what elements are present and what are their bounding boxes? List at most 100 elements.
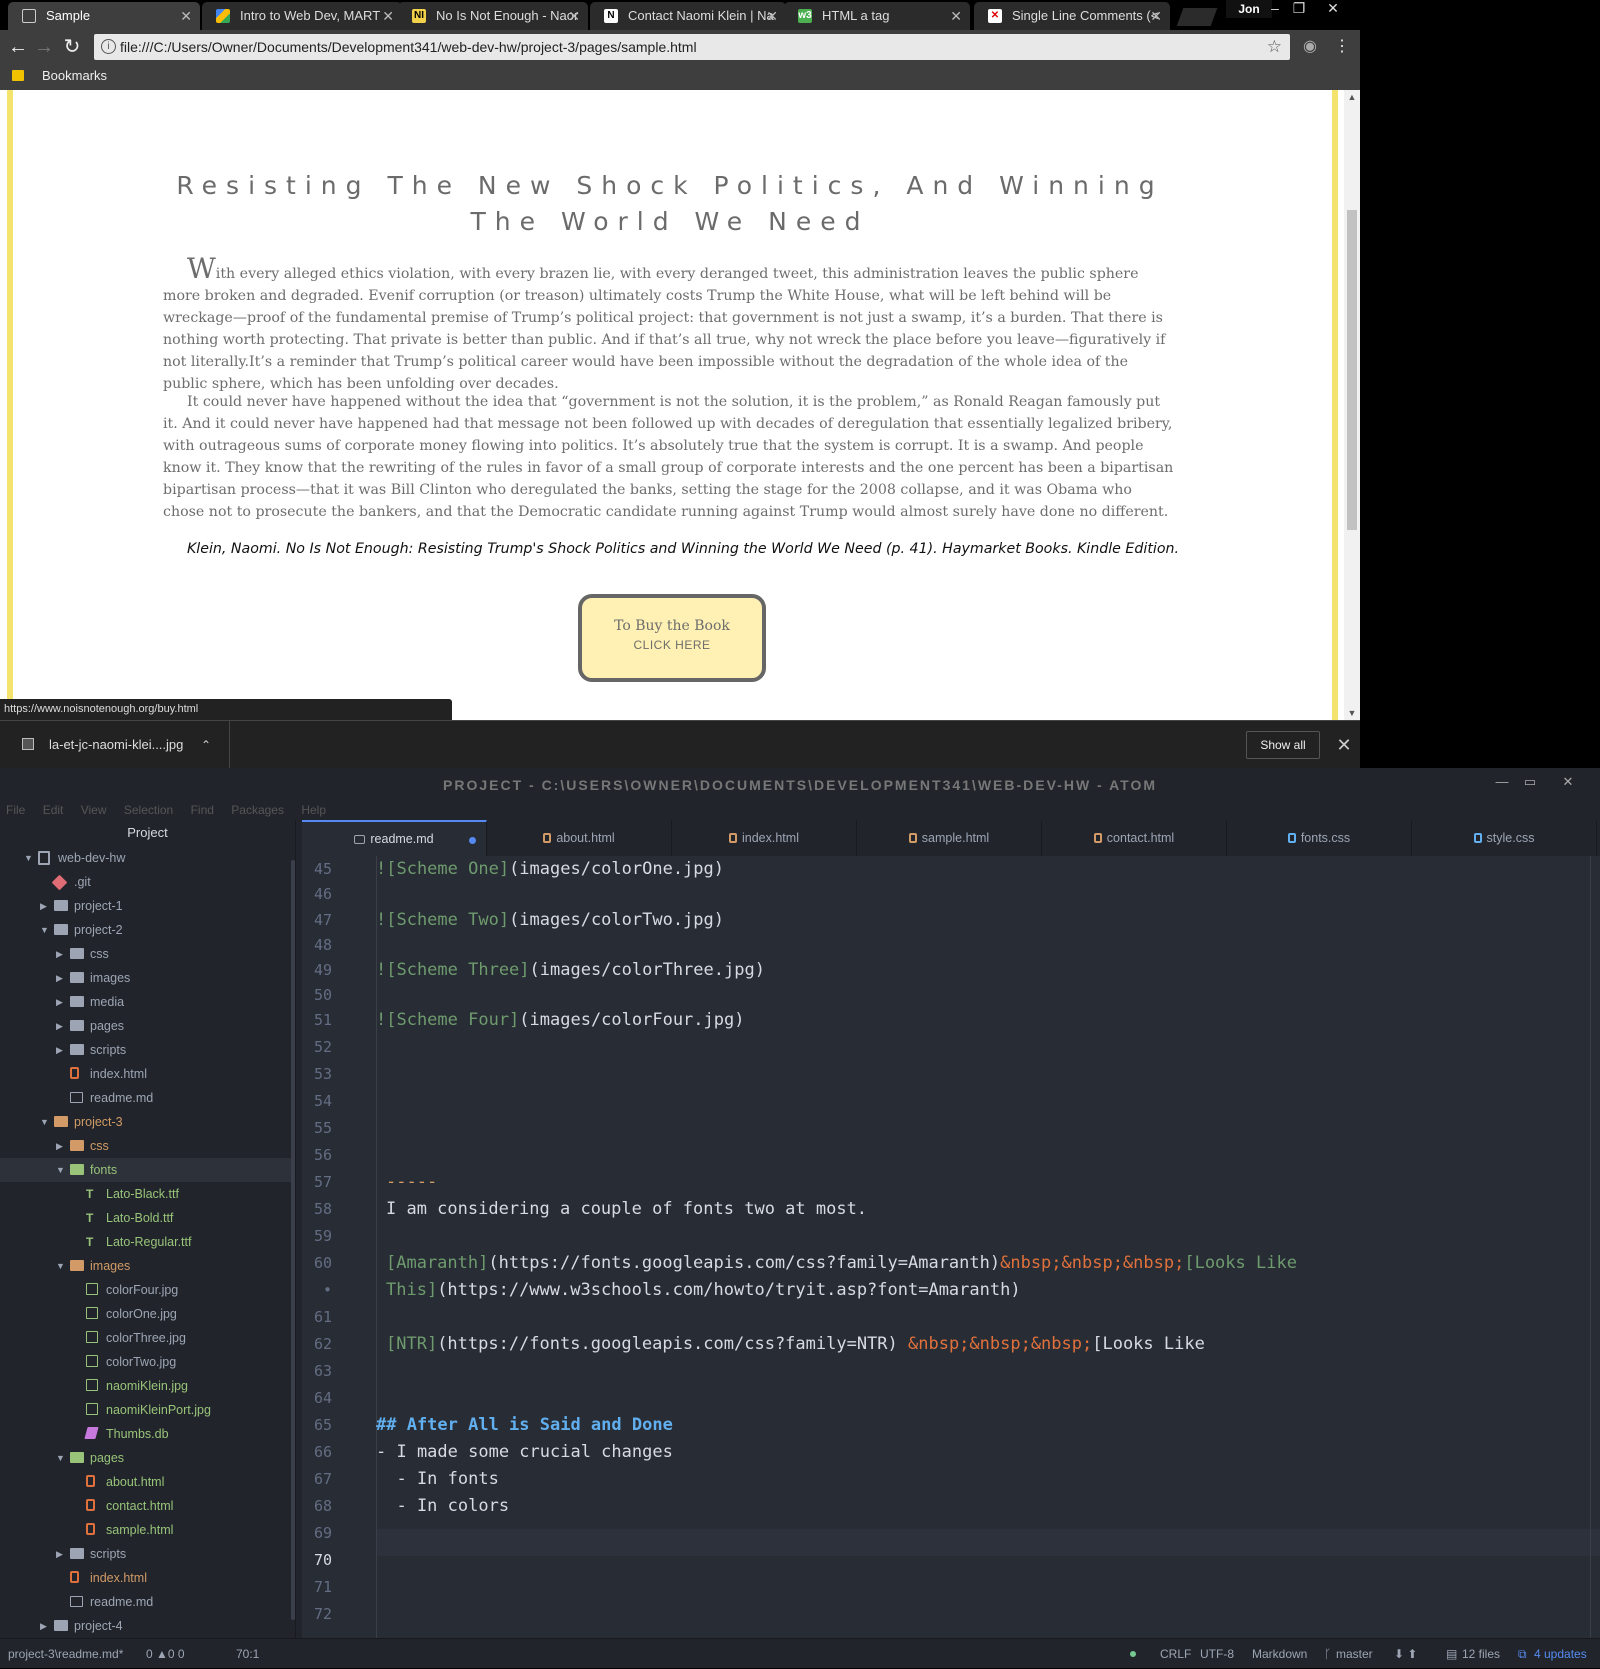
close-window-icon[interactable]: ✕	[1554, 773, 1582, 791]
tree-item[interactable]: ▶ project-4	[0, 1614, 295, 1638]
buy-book-button[interactable]: To Buy the Book CLICK HERE	[578, 594, 766, 682]
tree-item[interactable]: readme.md	[0, 1590, 295, 1614]
bookmark-star-icon[interactable]: ☆	[1267, 34, 1282, 60]
minimize-icon[interactable]: —	[1488, 773, 1516, 791]
status-grammar[interactable]: Markdown	[1252, 1639, 1307, 1669]
tab-close-icon[interactable]: ✕	[1150, 2, 1162, 30]
status-file-path[interactable]: project-3\readme.md*	[8, 1639, 123, 1669]
tab-close-icon[interactable]: ✕	[382, 2, 394, 30]
chevron-down-icon[interactable]: ▼	[56, 1446, 66, 1470]
restore-icon[interactable]: ❐	[1282, 0, 1316, 18]
chevron-down-icon[interactable]: ▼	[24, 846, 34, 870]
tab-close-icon[interactable]: ✕	[180, 2, 192, 30]
maximize-icon[interactable]: ▭	[1516, 773, 1544, 791]
tree-item[interactable]: sample.html	[0, 1518, 295, 1542]
tab-close-icon[interactable]: ✕	[766, 2, 778, 30]
address-bar[interactable]: i file:///C:/Users/Owner/Documents/Devel…	[94, 34, 1290, 60]
menu-icon[interactable]: ⋮	[1330, 35, 1354, 59]
status-encoding[interactable]: UTF-8	[1200, 1639, 1234, 1669]
chevron-down-icon[interactable]: ▼	[56, 1254, 66, 1278]
info-icon[interactable]: i	[101, 39, 116, 54]
chevron-right-icon[interactable]: ▶	[56, 1542, 66, 1566]
bookmarks-folder[interactable]: Bookmarks	[42, 68, 107, 83]
tab-style-css[interactable]: style.css	[1412, 820, 1597, 856]
close-icon[interactable]: ✕	[1334, 731, 1354, 759]
tree-item[interactable]: ▼ images	[0, 1254, 295, 1278]
chevron-right-icon[interactable]: ▶	[56, 966, 66, 990]
show-all-button[interactable]: Show all	[1246, 731, 1320, 759]
back-icon[interactable]: ←	[6, 35, 30, 59]
browser-tab-intro[interactable]: Intro to Web Dev, MART ✕	[202, 2, 402, 30]
tree-item[interactable]: colorThree.jpg	[0, 1326, 295, 1350]
chevron-right-icon[interactable]: ▶	[40, 1614, 50, 1638]
tree-item[interactable]: naomiKleinPort.jpg	[0, 1398, 295, 1422]
chevron-right-icon[interactable]: ▶	[56, 1134, 66, 1158]
tree-item[interactable]: Thumbs.db	[0, 1422, 295, 1446]
menu-packages[interactable]: Packages	[231, 803, 284, 817]
forward-icon[interactable]: →	[32, 35, 56, 59]
status-cursor-position[interactable]: 70:1	[236, 1639, 259, 1669]
status-diagnostics[interactable]: 0 ▲0 0	[146, 1639, 185, 1669]
tree-item[interactable]: ▼ project-2	[0, 918, 295, 942]
tree-item[interactable]: contact.html	[0, 1494, 295, 1518]
tree-item[interactable]: ▶ scripts	[0, 1038, 295, 1062]
tab-sample-html[interactable]: sample.html	[857, 820, 1042, 856]
download-item[interactable]: la-et-jc-naomi-klei....jpg ⌃	[0, 721, 230, 769]
status-line-ending[interactable]: CRLF	[1160, 1639, 1191, 1669]
tree-item[interactable]: ▶ css	[0, 1134, 295, 1158]
tree-item[interactable]: ▶ scripts	[0, 1542, 295, 1566]
status-file-count[interactable]: 12 files	[1462, 1639, 1500, 1669]
chevron-right-icon[interactable]: ▶	[56, 942, 66, 966]
tree-item[interactable]: T Lato-Black.ttf	[0, 1182, 295, 1206]
browser-tab-no-is-not-enough[interactable]: NI No Is Not Enough - Naor ✕	[398, 2, 588, 30]
status-branch[interactable]: master	[1336, 1639, 1373, 1669]
tree-item[interactable]: T Lato-Regular.ttf	[0, 1230, 295, 1254]
tree-item[interactable]: ▼ pages	[0, 1446, 295, 1470]
tree-item[interactable]: ▶ project-1	[0, 894, 295, 918]
tree-item[interactable]: ▼ web-dev-hw	[0, 846, 295, 870]
tree-scrollbar[interactable]	[291, 860, 295, 1620]
browser-tab-sample[interactable]: Sample ✕	[8, 2, 200, 30]
tree-item[interactable]: index.html	[0, 1566, 295, 1590]
chevron-right-icon[interactable]: ▶	[56, 1014, 66, 1038]
tree-item[interactable]: colorFour.jpg	[0, 1278, 295, 1302]
tree-item[interactable]: colorOne.jpg	[0, 1302, 295, 1326]
page-scrollbar[interactable]: ▲ ▼	[1344, 90, 1360, 720]
new-tab-button[interactable]	[1176, 8, 1218, 26]
tree-item[interactable]: ▶ css	[0, 942, 295, 966]
git-fetch-icon[interactable]: ⬇ ⬆	[1394, 1639, 1417, 1669]
chevron-right-icon[interactable]: ▶	[56, 990, 66, 1014]
tree-item[interactable]: ▼ project-3	[0, 1110, 295, 1134]
tab-close-icon[interactable]: ✕	[950, 2, 962, 30]
chevron-down-icon[interactable]: ▼	[40, 1110, 50, 1134]
tab-contact-html[interactable]: contact.html	[1042, 820, 1227, 856]
tree-item[interactable]: .git	[0, 870, 295, 894]
menu-help[interactable]: Help	[301, 803, 326, 817]
tree-item[interactable]: colorTwo.jpg	[0, 1350, 295, 1374]
browser-tab-single-line-comments[interactable]: ✕ Single Line Comments (< ✕	[974, 2, 1170, 30]
menu-edit[interactable]: Edit	[43, 803, 64, 817]
menu-selection[interactable]: Selection	[124, 803, 173, 817]
tree-item[interactable]: ▶ pages	[0, 1014, 295, 1038]
status-updates[interactable]: 4 updates	[1534, 1639, 1587, 1669]
reload-icon[interactable]: ↻	[60, 35, 84, 59]
tab-close-icon[interactable]: ✕	[568, 2, 580, 30]
scroll-down-icon[interactable]: ▼	[1344, 706, 1360, 720]
chevron-right-icon[interactable]: ▶	[40, 894, 50, 918]
tree-item[interactable]: ▼ fonts	[0, 1158, 295, 1182]
chevron-down-icon[interactable]: ▼	[40, 918, 50, 942]
extension-icon[interactable]: ◉	[1298, 35, 1322, 59]
tree-item[interactable]: naomiKlein.jpg	[0, 1374, 295, 1398]
scroll-thumb[interactable]	[1347, 210, 1357, 530]
code-editor[interactable]: 45 46 47 48 49 50 51 52 53 54 55 56 57 5…	[302, 856, 1600, 1638]
tab-index-html[interactable]: index.html	[672, 820, 857, 856]
menu-file[interactable]: File	[6, 803, 25, 817]
menu-find[interactable]: Find	[191, 803, 214, 817]
tree-item[interactable]: about.html	[0, 1470, 295, 1494]
close-window-icon[interactable]: ✕	[1316, 0, 1350, 18]
chevron-up-icon[interactable]: ⌃	[201, 721, 211, 769]
browser-tab-html-a-tag[interactable]: w3 HTML a tag ✕	[784, 2, 970, 30]
scroll-up-icon[interactable]: ▲	[1344, 90, 1360, 104]
tree-item[interactable]: index.html	[0, 1062, 295, 1086]
tab-readme-md[interactable]: readme.md	[302, 820, 487, 856]
